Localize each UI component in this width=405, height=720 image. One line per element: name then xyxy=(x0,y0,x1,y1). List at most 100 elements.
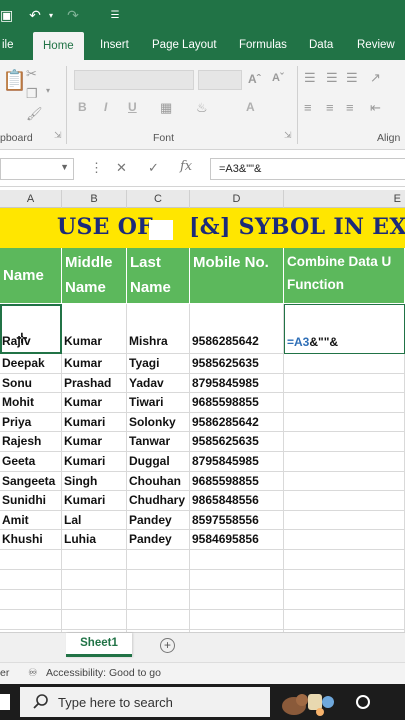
empty-cell[interactable] xyxy=(127,610,190,630)
borders-icon[interactable]: ▦ xyxy=(160,100,172,116)
cell-mobile[interactable]: 9685598855 xyxy=(190,393,284,413)
empty-cell[interactable] xyxy=(190,550,284,570)
font-name-dropdown[interactable] xyxy=(74,70,194,90)
cell-last-name[interactable]: Tyagi xyxy=(127,354,190,374)
cell-name[interactable]: Geeta xyxy=(0,452,62,472)
cell-combined[interactable] xyxy=(284,452,405,472)
cell-middle-name[interactable]: Luhia xyxy=(62,530,127,550)
empty-cell[interactable] xyxy=(190,570,284,590)
empty-cell[interactable] xyxy=(62,550,127,570)
cell-mobile[interactable]: 8795845985 xyxy=(190,452,284,472)
header-combine-data[interactable]: Combine Data U Function xyxy=(284,248,405,304)
cell-combined[interactable] xyxy=(284,373,405,394)
insert-function-icon[interactable]: fx xyxy=(180,159,192,174)
fill-color-icon[interactable]: ♨ xyxy=(196,100,208,116)
cell-name[interactable]: Rajiv xyxy=(0,304,62,354)
cell-last-name[interactable]: Tiwari xyxy=(127,393,190,413)
cell-last-name[interactable]: Pandey xyxy=(127,510,190,531)
cell-editing[interactable]: =A3&""& xyxy=(284,304,405,354)
cell-name[interactable]: Sonu xyxy=(0,373,62,394)
name-box[interactable]: ▼ xyxy=(0,158,74,180)
cell-last-name[interactable]: Duggal xyxy=(127,452,190,472)
cell-middle-name[interactable]: Kumari xyxy=(62,412,127,433)
indent-icon[interactable]: ⇤ xyxy=(370,100,381,116)
cell-middle-name[interactable]: Singh xyxy=(62,471,127,492)
cell-last-name[interactable]: Yadav xyxy=(127,373,190,394)
copy-dropdown-icon[interactable]: ▾ xyxy=(46,86,50,95)
add-sheet-icon[interactable]: + xyxy=(160,638,175,653)
font-launcher-icon[interactable]: ⇲ xyxy=(284,130,292,141)
column-header-d[interactable]: D xyxy=(190,190,284,208)
align-top-icon[interactable]: ☰ xyxy=(304,70,316,86)
enter-icon[interactable]: ✓ xyxy=(148,160,159,176)
underline-button[interactable]: U xyxy=(128,100,137,114)
empty-cell[interactable] xyxy=(62,590,127,610)
decrease-font-icon[interactable]: Aˇ xyxy=(272,72,284,84)
align-bottom-icon[interactable]: ☰ xyxy=(346,70,358,86)
cell-combined[interactable] xyxy=(284,432,405,452)
font-size-dropdown[interactable] xyxy=(198,70,242,90)
orientation-icon[interactable]: ↗ xyxy=(370,70,381,86)
align-left-icon[interactable]: ≡ xyxy=(304,100,312,115)
copy-icon[interactable]: ❐ xyxy=(26,86,38,102)
worksheet-grid[interactable]: USE OF [&] SYBOL IN EXC Name Middle Name … xyxy=(0,208,405,632)
cell-middle-name[interactable]: Kumar xyxy=(62,354,127,374)
increase-font-icon[interactable]: Aˆ xyxy=(248,72,261,86)
cell-combined[interactable] xyxy=(284,530,405,550)
cell-last-name[interactable]: Chouhan xyxy=(127,471,190,492)
chevron-down-icon[interactable]: ▼ xyxy=(60,162,69,172)
empty-cell[interactable] xyxy=(0,590,62,610)
cell-combined[interactable] xyxy=(284,412,405,433)
empty-cell[interactable] xyxy=(0,550,62,570)
cell-last-name[interactable]: Solonky xyxy=(127,412,190,433)
cell-middle-name[interactable]: Lal xyxy=(62,510,127,531)
empty-cell[interactable] xyxy=(284,550,405,570)
empty-cell[interactable] xyxy=(190,590,284,610)
cell-name[interactable]: Amit xyxy=(0,510,62,531)
cell-middle-name[interactable]: Kumari xyxy=(62,491,127,511)
empty-cell[interactable] xyxy=(62,570,127,590)
sheet-tab-sheet1[interactable]: Sheet1 xyxy=(66,633,132,657)
cell-combined[interactable] xyxy=(284,393,405,413)
cell-mobile[interactable]: 9865848556 xyxy=(190,491,284,511)
italic-button[interactable]: I xyxy=(104,100,107,114)
cell-last-name[interactable]: Pandey xyxy=(127,530,190,550)
column-header-a[interactable]: A xyxy=(0,190,62,208)
customize-toolbar-icon[interactable]: ☰ xyxy=(104,10,126,21)
cell-mobile[interactable]: 9586285642 xyxy=(190,412,284,433)
header-name[interactable]: Name xyxy=(0,248,62,304)
task-view-icon[interactable] xyxy=(356,695,370,709)
accessibility-icon[interactable]: ♾ xyxy=(28,667,37,679)
cell-middle-name[interactable]: Kumar xyxy=(62,432,127,452)
cell-mobile[interactable]: 8795845985 xyxy=(190,373,284,394)
taskbar-search[interactable]: Type here to search xyxy=(20,687,270,717)
cell-combined[interactable] xyxy=(284,471,405,492)
empty-cell[interactable] xyxy=(62,610,127,630)
tab-page-layout[interactable]: Page Layout xyxy=(150,30,219,60)
empty-cell[interactable] xyxy=(284,590,405,610)
cell-middle-name[interactable]: Kumar xyxy=(62,393,127,413)
empty-cell[interactable] xyxy=(0,570,62,590)
empty-cell[interactable] xyxy=(0,610,62,630)
column-header-c[interactable]: C xyxy=(127,190,190,208)
tab-insert[interactable]: Insert xyxy=(98,30,131,60)
cell-combined[interactable] xyxy=(284,491,405,511)
cell-name[interactable]: Deepak xyxy=(0,354,62,374)
cell-name[interactable]: Priya xyxy=(0,412,62,433)
align-middle-icon[interactable]: ☰ xyxy=(326,70,338,86)
cell-mobile[interactable]: 8597558556 xyxy=(190,510,284,531)
empty-cell[interactable] xyxy=(127,590,190,610)
cell-name[interactable]: Rajesh xyxy=(0,432,62,452)
align-right-icon[interactable]: ≡ xyxy=(346,100,354,115)
clipboard-launcher-icon[interactable]: ⇲ xyxy=(54,130,62,141)
redo-icon[interactable]: ↷ xyxy=(62,7,84,24)
cell-middle-name[interactable]: Kumari xyxy=(62,452,127,472)
tab-home[interactable]: Home xyxy=(33,32,84,60)
font-color-button[interactable]: A xyxy=(246,100,255,114)
start-icon[interactable] xyxy=(0,694,10,710)
cell-mobile[interactable]: 9585625635 xyxy=(190,354,284,374)
tab-file[interactable]: ile xyxy=(0,30,16,60)
empty-cell[interactable] xyxy=(127,550,190,570)
format-painter-icon[interactable]: 🖌 xyxy=(26,106,43,122)
cell-combined[interactable] xyxy=(284,510,405,531)
